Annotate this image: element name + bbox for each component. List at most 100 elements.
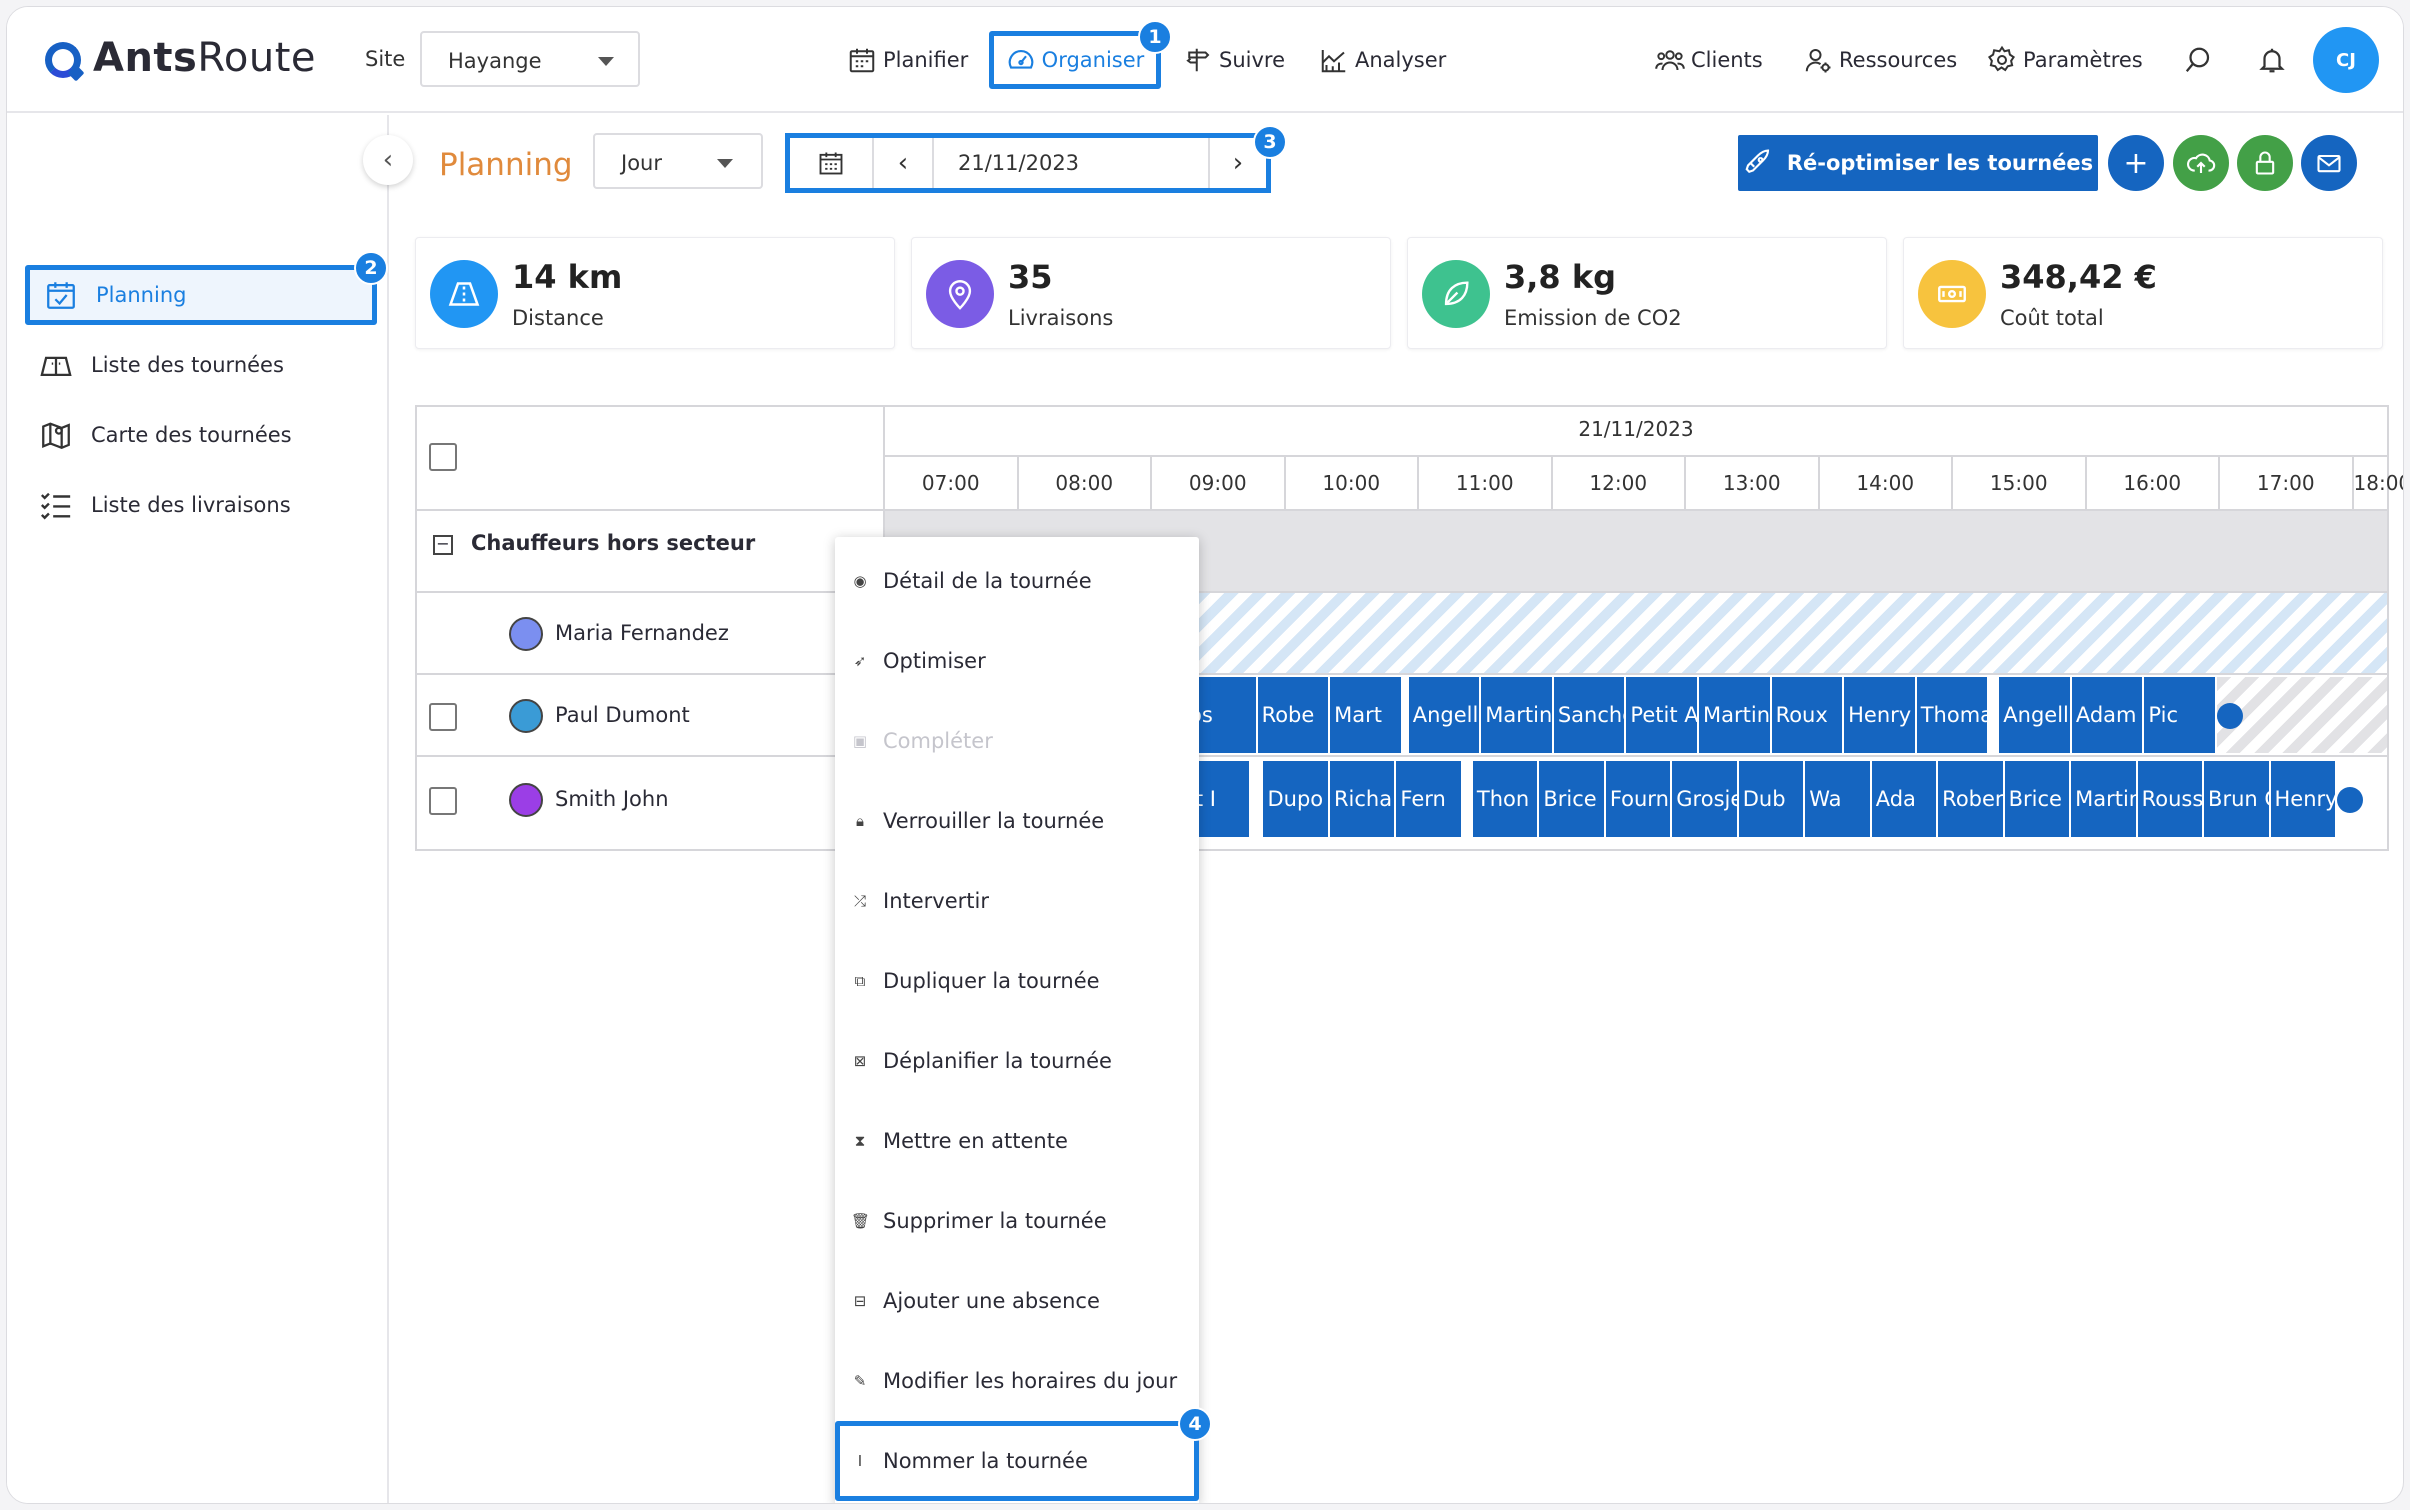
- gantt-date-header: 21/11/2023: [1578, 417, 1694, 441]
- reoptimize-button[interactable]: Ré-optimiser les tournées: [1738, 135, 2098, 191]
- task-block[interactable]: Ada: [1871, 761, 1939, 837]
- route-end-marker[interactable]: [2337, 787, 2363, 813]
- nav-organiser[interactable]: Organiser: [989, 31, 1161, 89]
- task-block[interactable]: Robert I: [1938, 761, 2005, 837]
- leaf-icon: [1422, 260, 1490, 328]
- lock-icon: [2255, 151, 2275, 175]
- step-badge-2: 2: [354, 251, 388, 285]
- task-block[interactable]: Mart: [1330, 677, 1403, 753]
- task-block[interactable]: Rousse: [2137, 761, 2205, 837]
- task-block[interactable]: Roux: [1771, 677, 1845, 753]
- select-all-checkbox[interactable]: [429, 443, 457, 471]
- nav-clients-label: Clients: [1691, 48, 1763, 72]
- task-block[interactable]: Thoma: [1916, 677, 1990, 753]
- trash-icon: 🗑︎: [851, 1212, 871, 1230]
- reoptimize-label: Ré-optimiser les tournées: [1786, 151, 2094, 175]
- menu-item-1[interactable]: ➶ Optimiser: [835, 621, 1199, 701]
- prev-day-button[interactable]: ‹: [874, 138, 934, 188]
- row-checkbox[interactable]: [429, 787, 457, 815]
- resource-color-dot: [509, 617, 543, 651]
- notifications-button[interactable]: [2257, 31, 2287, 89]
- menu-item-3[interactable]: 🔒︎ Verrouiller la tournée: [835, 781, 1199, 861]
- email-button[interactable]: [2301, 135, 2357, 191]
- task-block[interactable]: Petit An: [1626, 677, 1699, 753]
- view-select[interactable]: Jour: [593, 133, 763, 189]
- add-button[interactable]: +: [2108, 135, 2164, 191]
- menu-item-6[interactable]: ⊠ Déplanifier la tournée: [835, 1021, 1199, 1101]
- shuffle-icon: ⤮: [853, 892, 866, 910]
- chevron-left-icon: ‹: [382, 145, 394, 175]
- hour-cell: 10:00: [1286, 457, 1419, 509]
- sidebar-item-liste-livraisons[interactable]: Liste des livraisons: [25, 477, 377, 533]
- task-block[interactable]: Brice Er: [2004, 761, 2072, 837]
- resource-color-dot: [509, 783, 543, 817]
- calendar-icon: [819, 152, 843, 175]
- task-block[interactable]: Martin: [2071, 761, 2138, 837]
- menu-item-7[interactable]: ⧗ Mettre en attente: [835, 1101, 1199, 1181]
- lock-button[interactable]: [2237, 135, 2293, 191]
- task-block[interactable]: Robe: [1257, 677, 1331, 753]
- site-select[interactable]: Hayange: [420, 31, 640, 87]
- nav-clients[interactable]: Clients: [1655, 31, 1763, 89]
- gauge-icon: [1008, 50, 1033, 69]
- nav-analyser[interactable]: Analyser: [1319, 31, 1446, 89]
- row-divider: [417, 673, 2387, 675]
- task-block[interactable]: Henry M: [1844, 677, 1917, 753]
- sidebar-item-liste-tournees[interactable]: Liste des tournées: [25, 337, 377, 393]
- chevron-down-icon: [717, 159, 733, 168]
- users-icon: [1655, 50, 1685, 71]
- nav-planifier-label: Planifier: [883, 48, 969, 72]
- route-end-marker[interactable]: [2217, 703, 2243, 729]
- app-window: AntsRoute Site Hayange Planifier Organis…: [6, 6, 2404, 1504]
- collapse-sidebar-button[interactable]: ‹: [363, 135, 413, 185]
- collapse-group-icon[interactable]: −: [433, 535, 453, 555]
- task-block[interactable]: Pic: [2144, 677, 2217, 753]
- date-input[interactable]: 21/11/2023: [934, 138, 1210, 188]
- menu-item-4[interactable]: ⤮ Intervertir: [835, 861, 1199, 941]
- task-block[interactable]: Brice F: [1539, 761, 1606, 837]
- eye-icon: ◉: [853, 572, 867, 590]
- task-block[interactable]: Martin C: [1481, 677, 1554, 753]
- task-block[interactable]: Angellie: [1999, 677, 2072, 753]
- task-block[interactable]: Fourni: [1605, 761, 1673, 837]
- task-block[interactable]: Brun C: [2204, 761, 2271, 837]
- task-block[interactable]: Thon: [1472, 761, 1540, 837]
- task-block[interactable]: Dub: [1738, 761, 1806, 837]
- money-icon: [1918, 260, 1986, 328]
- date-navigator: ‹ 21/11/2023 ›: [785, 133, 1271, 193]
- task-block[interactable]: Wa: [1805, 761, 1872, 837]
- nav-parametres[interactable]: Paramètres: [1987, 31, 2143, 89]
- menu-item-8[interactable]: 🗑︎ Supprimer la tournée: [835, 1181, 1199, 1261]
- task-block[interactable]: Angelli: [1408, 677, 1482, 753]
- task-block[interactable]: Martin: [1699, 677, 1772, 753]
- user-avatar[interactable]: CJ: [2313, 27, 2379, 93]
- calendar-button[interactable]: [790, 138, 874, 188]
- hour-cell: 17:00: [2220, 457, 2354, 509]
- task-block[interactable]: Grosjea: [1672, 761, 1739, 837]
- menu-item-9[interactable]: ⊟ Ajouter une absence: [835, 1261, 1199, 1341]
- task-block[interactable]: Adam G: [2071, 677, 2145, 753]
- sidebar-item-planning[interactable]: Planning: [25, 265, 377, 325]
- task-block[interactable]: Richa: [1329, 761, 1397, 837]
- task-block[interactable]: Henry: [2270, 761, 2337, 837]
- map-pin-icon: [42, 422, 70, 449]
- brand-logo[interactable]: AntsRoute: [93, 35, 316, 81]
- nav-planifier[interactable]: Planifier: [847, 31, 968, 89]
- stat-card-co2: 3,8 kg Emission de CO2: [1407, 237, 1887, 349]
- cloud-upload-button[interactable]: [2173, 135, 2229, 191]
- search-button[interactable]: [2183, 31, 2213, 89]
- task-block[interactable]: Sanche: [1553, 677, 1627, 753]
- pencil-icon: ✎: [853, 1372, 867, 1390]
- nav-suivre[interactable]: Suivre: [1183, 31, 1285, 89]
- nav-ressources[interactable]: Ressources: [1803, 31, 1957, 89]
- task-block[interactable]: Dupo: [1263, 761, 1330, 837]
- menu-item-10[interactable]: ✎ Modifier les horaires du jour: [835, 1341, 1199, 1421]
- resource-color-dot: [509, 699, 543, 733]
- menu-item-5[interactable]: ⧉ Dupliquer la tournée: [835, 941, 1199, 1021]
- menu-item-0[interactable]: ◉ Détail de la tournée: [835, 541, 1199, 621]
- chevron-right-icon: ›: [1232, 148, 1244, 178]
- row-checkbox[interactable]: [429, 703, 457, 731]
- menu-item-2: ▣ Compléter: [835, 701, 1199, 781]
- task-block[interactable]: Fern: [1396, 761, 1463, 837]
- sidebar-item-carte-tournees[interactable]: Carte des tournées: [25, 407, 377, 463]
